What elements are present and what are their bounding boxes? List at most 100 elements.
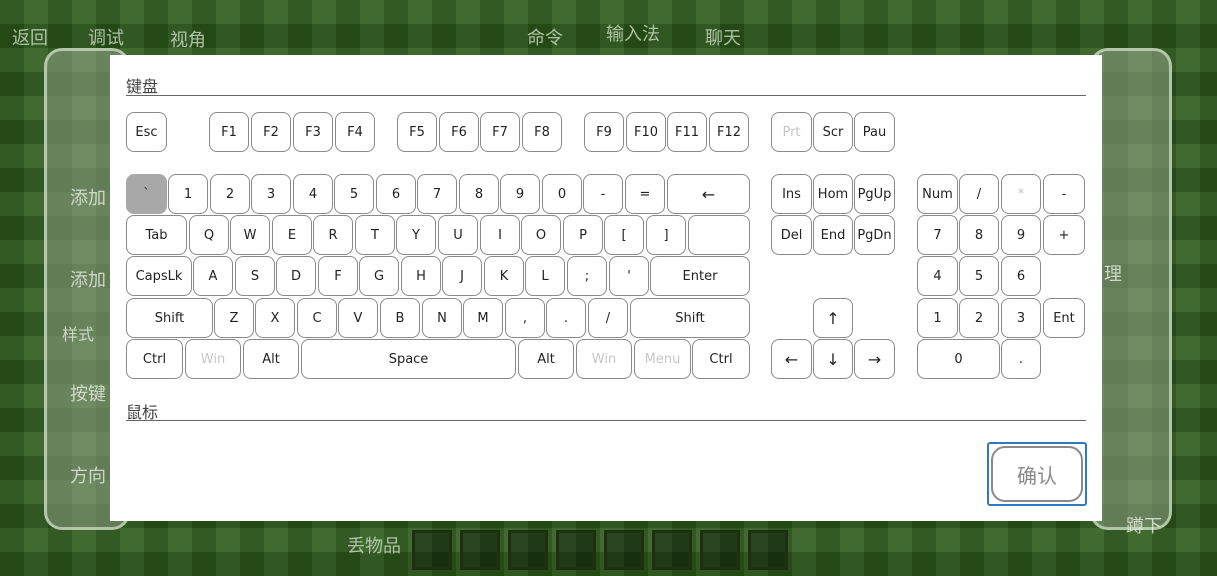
key-pause[interactable]: Pau	[854, 112, 895, 152]
key-backspace[interactable]: ←	[667, 174, 750, 214]
key-num-0[interactable]: 0	[917, 339, 1000, 379]
key-left-alt[interactable]: Alt	[243, 339, 299, 379]
key-y[interactable]: Y	[396, 215, 436, 255]
key-comma[interactable]: ,	[505, 298, 545, 338]
key-capslock[interactable]: CapsLk	[126, 256, 192, 296]
key-4[interactable]: 4	[293, 174, 333, 214]
hotbar-slot[interactable]	[460, 530, 500, 570]
key-3[interactable]: 3	[251, 174, 291, 214]
hotbar-slot[interactable]	[652, 530, 692, 570]
key-f1[interactable]: F1	[209, 112, 249, 152]
key-o[interactable]: O	[521, 215, 561, 255]
key-c[interactable]: C	[297, 298, 337, 338]
key-t[interactable]: T	[355, 215, 395, 255]
key-arrow-left[interactable]: ←	[771, 339, 812, 379]
key-end[interactable]: End	[813, 215, 853, 255]
key-w[interactable]: W	[230, 215, 270, 255]
key-f3[interactable]: F3	[293, 112, 333, 152]
key-n[interactable]: N	[422, 298, 462, 338]
key-page-up[interactable]: PgUp	[854, 174, 895, 214]
key-f4[interactable]: F4	[335, 112, 375, 152]
key-right-ctrl[interactable]: Ctrl	[692, 339, 750, 379]
debug-button[interactable]: 调试	[88, 24, 124, 50]
key-f7[interactable]: F7	[480, 112, 520, 152]
key-numlock[interactable]: Num	[917, 174, 958, 214]
key-quote[interactable]: '	[609, 256, 649, 296]
key-0[interactable]: 0	[542, 174, 582, 214]
key-8[interactable]: 8	[459, 174, 499, 214]
key-e[interactable]: E	[272, 215, 312, 255]
key-7[interactable]: 7	[417, 174, 457, 214]
hotbar-slot[interactable]	[412, 530, 452, 570]
key-space[interactable]: Space	[301, 339, 516, 379]
key-left-ctrl[interactable]: Ctrl	[126, 339, 183, 379]
command-button[interactable]: 命令	[527, 24, 563, 50]
key-right-bracket[interactable]: ]	[646, 215, 686, 255]
key-j[interactable]: J	[442, 256, 482, 296]
key-left-shift[interactable]: Shift	[126, 298, 213, 338]
key-x[interactable]: X	[255, 298, 295, 338]
key-num-plus[interactable]: +	[1043, 215, 1085, 255]
view-button[interactable]: 视角	[170, 26, 206, 52]
key-5[interactable]: 5	[334, 174, 374, 214]
key-right-shift[interactable]: Shift	[630, 298, 750, 338]
back-button[interactable]: 返回	[12, 24, 48, 50]
key-num-7[interactable]: 7	[917, 215, 958, 255]
key-f9[interactable]: F9	[584, 112, 624, 152]
key-d[interactable]: D	[276, 256, 316, 296]
key-arrow-right[interactable]: →	[854, 339, 895, 379]
key-page-down[interactable]: PgDn	[854, 215, 895, 255]
key-num-enter[interactable]: Ent	[1043, 298, 1085, 338]
key-2[interactable]: 2	[210, 174, 250, 214]
key-s[interactable]: S	[235, 256, 275, 296]
key-right-alt[interactable]: Alt	[518, 339, 574, 379]
key-g[interactable]: G	[359, 256, 399, 296]
key-r[interactable]: R	[313, 215, 353, 255]
key-left-bracket[interactable]: [	[604, 215, 644, 255]
key-num-decimal[interactable]: .	[1001, 339, 1041, 379]
chat-button[interactable]: 聊天	[705, 24, 741, 50]
key-f[interactable]: F	[318, 256, 358, 296]
key-num-3[interactable]: 3	[1001, 298, 1041, 338]
hotbar-slot[interactable]	[700, 530, 740, 570]
ime-button[interactable]: 输入法	[606, 20, 660, 46]
key-f11[interactable]: F11	[667, 112, 707, 152]
key-a[interactable]: A	[193, 256, 233, 296]
key-h[interactable]: H	[401, 256, 441, 296]
hotbar-slot[interactable]	[748, 530, 788, 570]
key-f6[interactable]: F6	[439, 112, 479, 152]
key-semicolon[interactable]: ;	[567, 256, 607, 296]
key-6[interactable]: 6	[376, 174, 416, 214]
key-equals[interactable]: =	[625, 174, 665, 214]
key-9[interactable]: 9	[500, 174, 540, 214]
key-insert[interactable]: Ins	[771, 174, 812, 214]
key-home[interactable]: Hom	[813, 174, 853, 214]
key-delete[interactable]: Del	[771, 215, 812, 255]
key-1[interactable]: 1	[168, 174, 208, 214]
key-num-4[interactable]: 4	[917, 256, 958, 296]
key-num-1[interactable]: 1	[917, 298, 958, 338]
key-i[interactable]: I	[480, 215, 520, 255]
key-slash[interactable]: /	[588, 298, 628, 338]
key-f2[interactable]: F2	[251, 112, 291, 152]
key-tab[interactable]: Tab	[126, 215, 187, 255]
hotbar-slot[interactable]	[556, 530, 596, 570]
key-l[interactable]: L	[525, 256, 565, 296]
key-esc[interactable]: Esc	[126, 112, 167, 152]
key-v[interactable]: V	[338, 298, 378, 338]
key-arrow-up[interactable]: ↑	[813, 298, 853, 338]
hotbar-slot[interactable]	[604, 530, 644, 570]
key-backtick[interactable]: `	[126, 174, 167, 214]
key-f12[interactable]: F12	[709, 112, 749, 152]
key-num-6[interactable]: 6	[1001, 256, 1041, 296]
key-arrow-down[interactable]: ↓	[813, 339, 853, 379]
key-num-2[interactable]: 2	[959, 298, 999, 338]
key-b[interactable]: B	[380, 298, 420, 338]
key-z[interactable]: Z	[214, 298, 254, 338]
key-num-divide[interactable]: /	[959, 174, 999, 214]
key-m[interactable]: M	[463, 298, 503, 338]
key-f10[interactable]: F10	[626, 112, 666, 152]
confirm-button[interactable]: 确认	[987, 442, 1087, 506]
key-u[interactable]: U	[438, 215, 478, 255]
key-p[interactable]: P	[563, 215, 603, 255]
